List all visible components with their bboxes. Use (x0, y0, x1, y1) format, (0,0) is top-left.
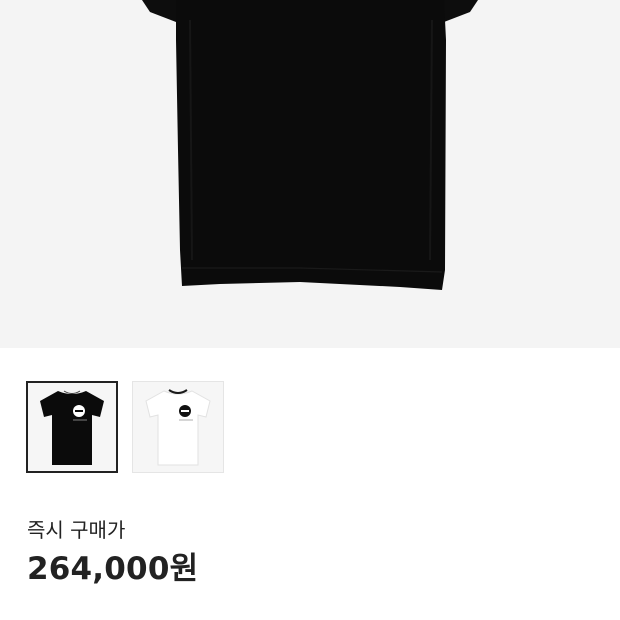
thumbnail-list (26, 381, 224, 473)
product-main-image[interactable] (0, 0, 620, 348)
thumbnail-white-tshirt[interactable] (132, 381, 224, 473)
tshirt-black-image (142, 0, 478, 290)
tshirt-black-thumbnail-icon (40, 390, 104, 465)
instant-buy-price: 264,000원 (27, 551, 199, 587)
instant-buy-price-label: 즉시 구매가 (27, 518, 126, 542)
thumbnail-black-tshirt[interactable] (26, 381, 118, 473)
tshirt-white-thumbnail-icon (145, 389, 211, 466)
